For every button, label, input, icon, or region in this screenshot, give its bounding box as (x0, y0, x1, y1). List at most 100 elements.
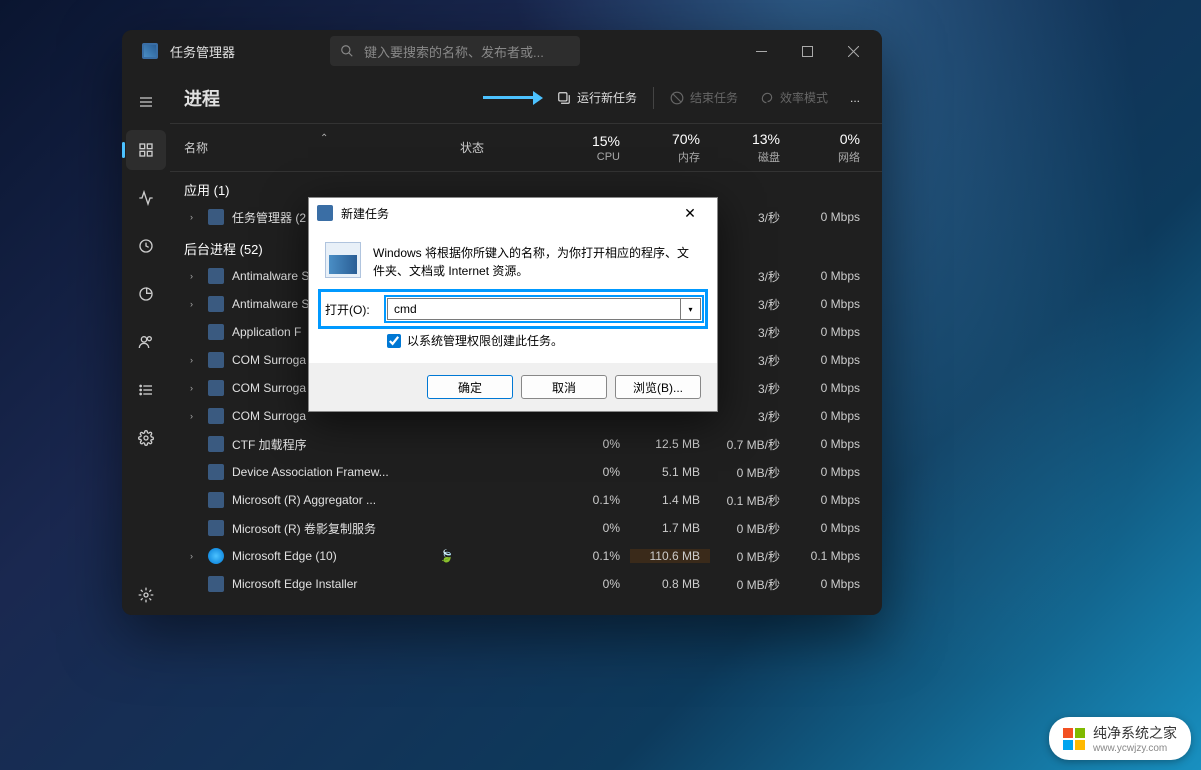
dialog-message: Windows 将根据你所键入的名称，为你打开相应的程序、文件夹、文档或 Int… (373, 242, 701, 280)
col-network[interactable]: 0%网络 (790, 131, 870, 165)
watermark-name: 纯净系统之家 (1093, 725, 1177, 741)
watermark: 纯净系统之家 www.ycwjzy.com (1049, 717, 1191, 760)
nav-users[interactable] (126, 322, 166, 362)
process-icon (208, 268, 224, 284)
metric-cell: 12.5 MB (630, 437, 710, 451)
metric-cell: 0.1 MB/秒 (710, 492, 790, 509)
metric-cell: 5.1 MB (630, 465, 710, 479)
process-icon (208, 548, 224, 564)
process-icon (208, 324, 224, 340)
annotation-arrow (483, 88, 543, 108)
expand-icon[interactable]: › (190, 271, 200, 281)
process-name: COM Surroga (232, 409, 306, 423)
watermark-url: www.ycwjzy.com (1093, 743, 1177, 754)
nav-services[interactable] (126, 418, 166, 458)
expand-icon[interactable]: › (190, 299, 200, 309)
process-row[interactable]: Device Association Framew...0%5.1 MB0 MB… (170, 458, 882, 486)
search-placeholder: 键入要搜索的名称、发布者或... (364, 42, 544, 61)
metric-cell: 110.6 MB (630, 549, 710, 563)
dialog-title: 新建任务 (341, 205, 389, 222)
nav-performance[interactable] (126, 178, 166, 218)
process-name: COM Surroga (232, 381, 306, 395)
process-icon (208, 464, 224, 480)
nav-details[interactable] (126, 370, 166, 410)
process-icon (208, 492, 224, 508)
dialog-titlebar: 新建任务 ✕ (309, 198, 717, 228)
metric-cell: 3/秒 (710, 352, 790, 369)
search-box[interactable]: 键入要搜索的名称、发布者或... (330, 36, 580, 66)
metric-cell: 0% (550, 521, 630, 535)
metric-cell: 0% (550, 437, 630, 451)
col-name[interactable]: 名称⌃ (170, 139, 460, 156)
metric-cell: 0 MB/秒 (710, 464, 790, 481)
process-row[interactable]: Microsoft (R) Aggregator ...0.1%1.4 MB0.… (170, 486, 882, 514)
col-cpu[interactable]: 15%CPU (550, 133, 630, 163)
expand-icon[interactable]: › (190, 411, 200, 421)
process-icon (208, 520, 224, 536)
open-input[interactable] (387, 298, 681, 320)
process-name: Microsoft Edge (10) (232, 549, 337, 563)
leaf-icon (760, 91, 774, 105)
admin-checkbox[interactable] (387, 334, 401, 348)
metric-cell: 0 Mbps (790, 577, 870, 591)
process-name: 任务管理器 (2 (232, 209, 306, 226)
metric-cell: 3/秒 (710, 324, 790, 341)
close-button[interactable] (830, 30, 876, 72)
end-task-button[interactable]: 结束任务 (662, 84, 746, 111)
minimize-button[interactable] (738, 30, 784, 72)
metric-cell: 3/秒 (710, 380, 790, 397)
run-icon (557, 91, 571, 105)
open-label: 打开(O): (325, 301, 379, 318)
metric-cell: 0 Mbps (790, 465, 870, 479)
nav-history[interactable] (126, 226, 166, 266)
ok-button[interactable]: 确定 (427, 375, 513, 399)
run-new-task-button[interactable]: 运行新任务 (549, 84, 645, 111)
process-icon (208, 576, 224, 592)
expand-icon[interactable]: › (190, 551, 200, 561)
metric-cell: 0% (550, 577, 630, 591)
dialog-close-button[interactable]: ✕ (669, 199, 711, 227)
metric-cell: 0 Mbps (790, 437, 870, 451)
admin-checkbox-label: 以系统管理权限创建此任务。 (407, 332, 563, 349)
process-row[interactable]: Microsoft (R) 卷影复制服务0%1.7 MB0 MB/秒0 Mbps (170, 514, 882, 542)
process-icon (208, 408, 224, 424)
browse-button[interactable]: 浏览(B)... (615, 375, 701, 399)
process-name: Microsoft (R) Aggregator ... (232, 493, 376, 507)
process-row[interactable]: ›Microsoft Edge (10)🍃0.1%110.6 MB0 MB/秒0… (170, 542, 882, 570)
open-dropdown-button[interactable]: ▾ (681, 298, 701, 320)
maximize-button[interactable] (784, 30, 830, 72)
metric-cell: 0 Mbps (790, 325, 870, 339)
metric-cell: 0 Mbps (790, 210, 870, 224)
process-icon (208, 209, 224, 225)
nav-processes[interactable] (126, 130, 166, 170)
nav-settings[interactable] (126, 575, 166, 615)
col-status[interactable]: 状态 (460, 139, 550, 156)
col-memory[interactable]: 70%内存 (630, 131, 710, 165)
toolbar: 进程 运行新任务 结束任务 效率模式 ... (170, 72, 882, 124)
open-field-highlight: 打开(O): ▾ (325, 296, 701, 322)
expand-icon[interactable]: › (190, 355, 200, 365)
stop-icon (670, 91, 684, 105)
page-title: 进程 (184, 85, 220, 111)
process-row[interactable]: CTF 加载程序0%12.5 MB0.7 MB/秒0 Mbps (170, 430, 882, 458)
expand-icon[interactable]: › (190, 212, 200, 222)
more-button[interactable]: ... (842, 86, 868, 110)
watermark-logo (1063, 728, 1085, 750)
dialog-icon (317, 205, 333, 221)
process-name: Antimalware S (232, 297, 309, 311)
metric-cell: 3/秒 (710, 408, 790, 425)
process-name: Device Association Framew... (232, 465, 389, 479)
table-header: 名称⌃ 状态 15%CPU 70%内存 13%磁盘 0%网络 (170, 124, 882, 172)
col-disk[interactable]: 13%磁盘 (710, 131, 790, 165)
nav-startup[interactable] (126, 274, 166, 314)
metric-cell: 0 Mbps (790, 269, 870, 283)
process-row[interactable]: Microsoft Edge Installer0%0.8 MB0 MB/秒0 … (170, 570, 882, 598)
metric-cell: 0.1% (550, 493, 630, 507)
metric-cell: 1.7 MB (630, 521, 710, 535)
cancel-button[interactable]: 取消 (521, 375, 607, 399)
efficiency-mode-button[interactable]: 效率模式 (752, 84, 836, 111)
app-icon (142, 43, 158, 59)
expand-icon[interactable]: › (190, 383, 200, 393)
nav-menu-button[interactable] (126, 82, 166, 122)
search-icon (340, 44, 354, 58)
